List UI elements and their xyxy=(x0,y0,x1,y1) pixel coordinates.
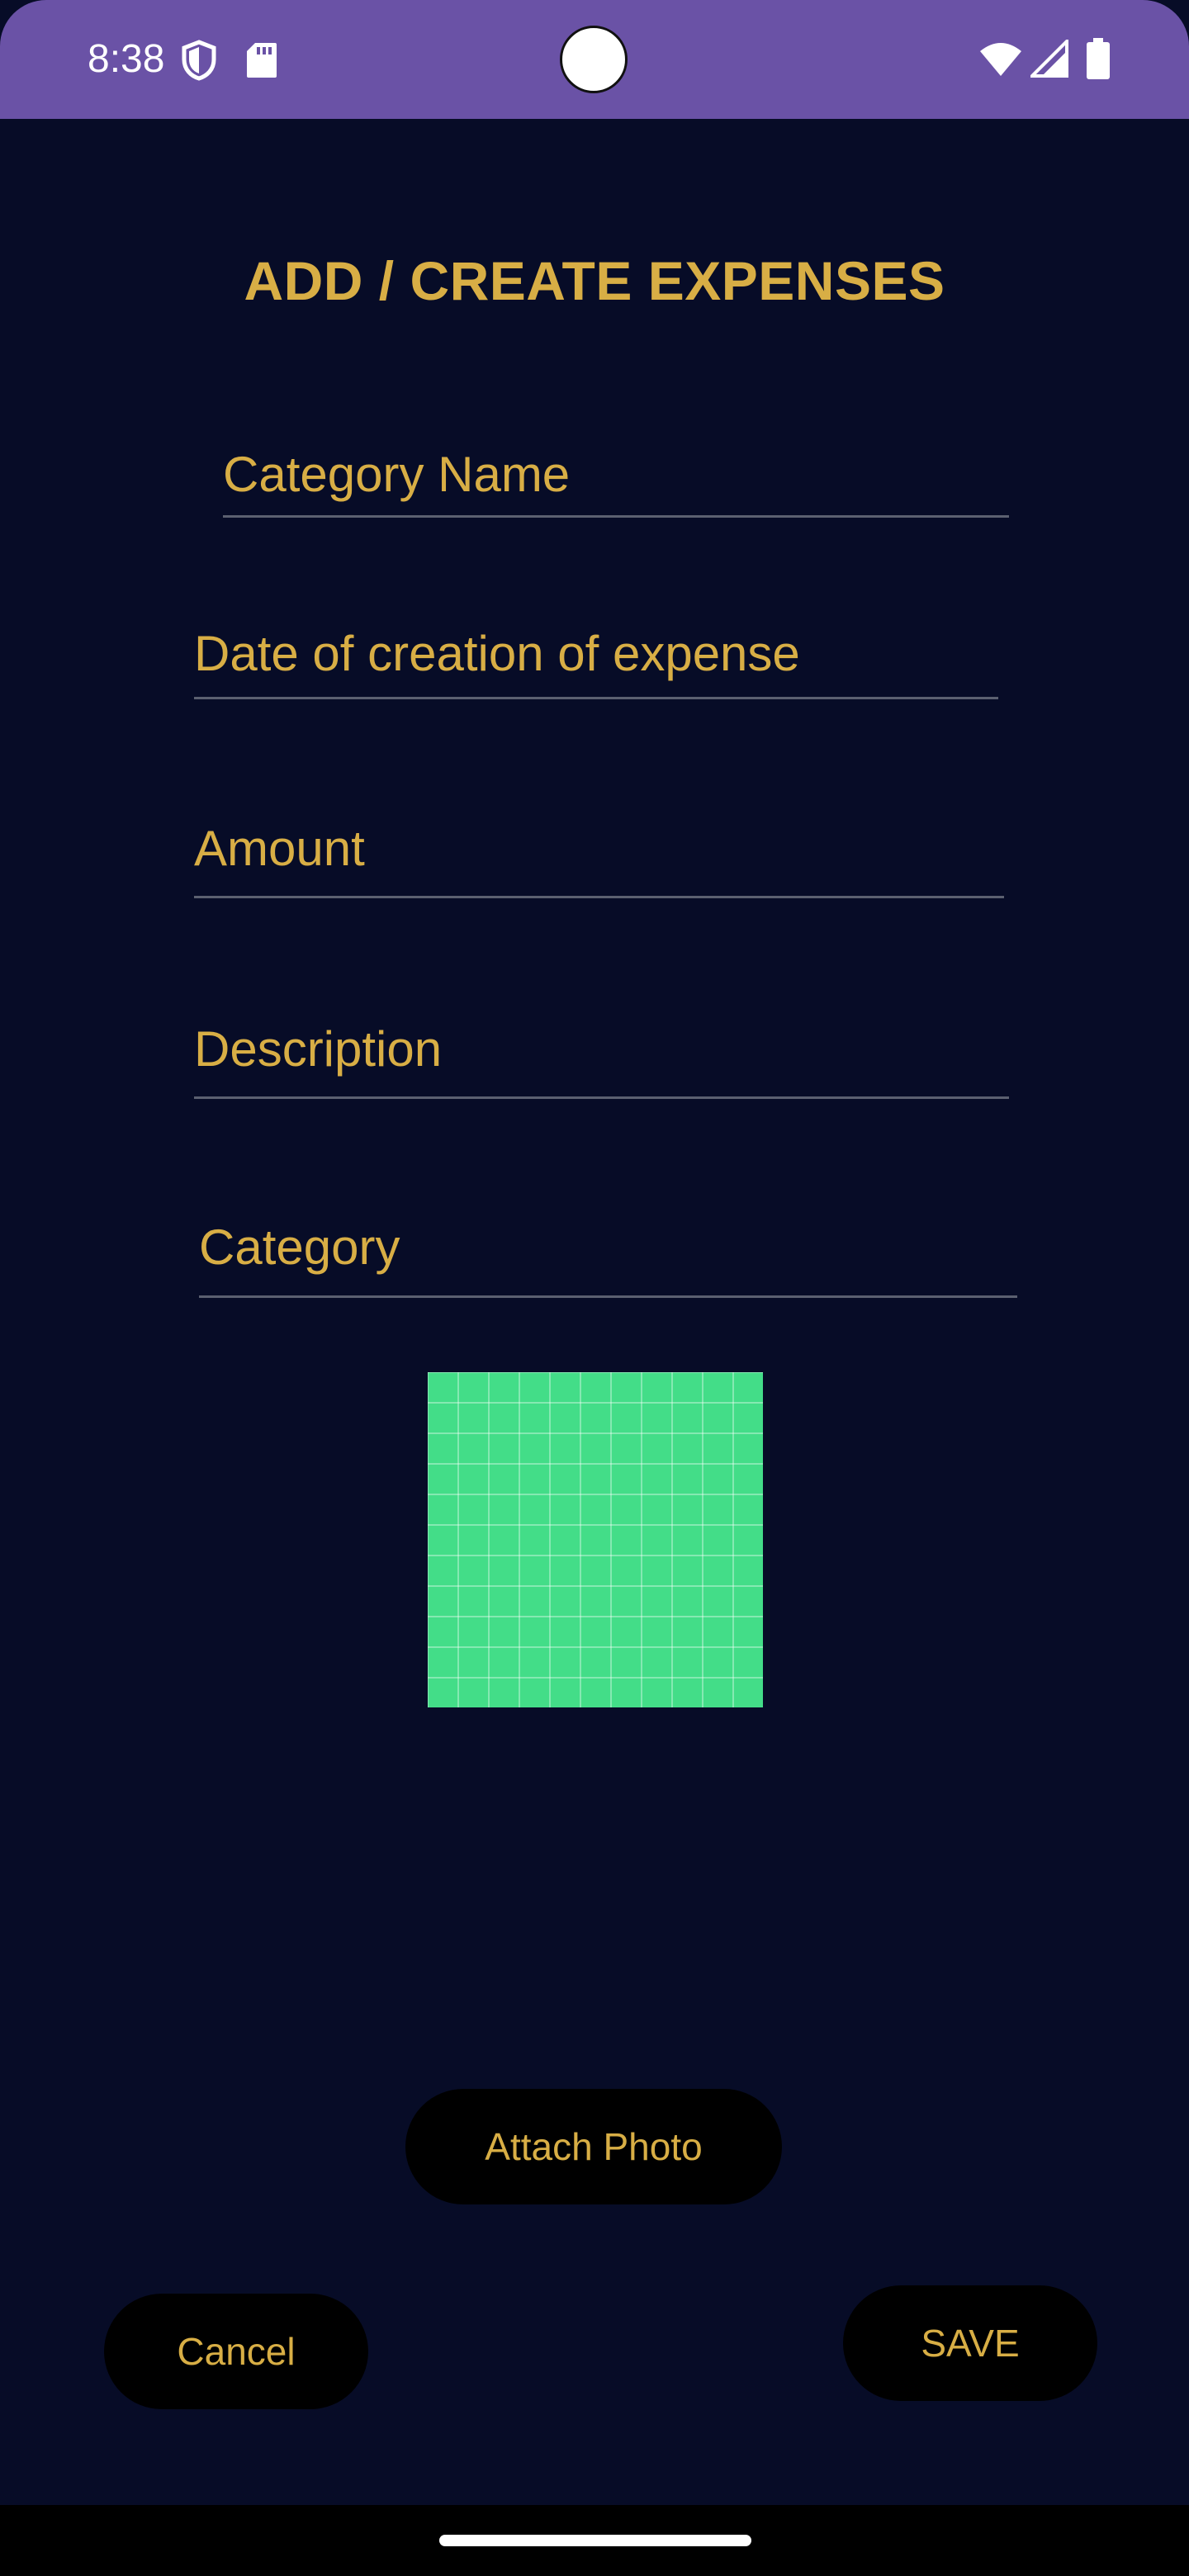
page-title: ADD / CREATE EXPENSES xyxy=(244,250,945,311)
status-bar: 8:38 xyxy=(0,0,1189,119)
shield-icon xyxy=(182,40,216,81)
app-screen: 8:38 ADD / CREATE EXPENSES Category Name… xyxy=(0,0,1189,2576)
date-input[interactable] xyxy=(194,625,998,683)
camera-cutout xyxy=(560,26,628,93)
category-input[interactable] xyxy=(199,1219,1017,1276)
battery-icon xyxy=(1087,38,1110,79)
amount-field xyxy=(194,820,1004,898)
image-placeholder-icon xyxy=(428,1372,763,1707)
description-input[interactable] xyxy=(194,1020,1009,1078)
signal-icon xyxy=(1030,40,1068,78)
cancel-button[interactable]: Cancel xyxy=(104,2294,368,2409)
wifi-icon xyxy=(980,43,1021,76)
save-button[interactable]: SAVE xyxy=(843,2285,1097,2401)
sd-card-icon xyxy=(247,43,277,78)
navigation-bar xyxy=(0,2505,1189,2576)
description-field xyxy=(194,1020,1009,1099)
category-name-input[interactable] xyxy=(223,446,1009,504)
category-name-field xyxy=(223,446,1009,518)
category-field xyxy=(199,1219,1017,1298)
amount-input[interactable] xyxy=(194,820,1004,878)
attach-photo-button[interactable]: Attach Photo xyxy=(405,2089,782,2204)
home-indicator[interactable] xyxy=(439,2535,751,2546)
date-field xyxy=(194,625,998,699)
status-time: 8:38 xyxy=(88,37,165,81)
